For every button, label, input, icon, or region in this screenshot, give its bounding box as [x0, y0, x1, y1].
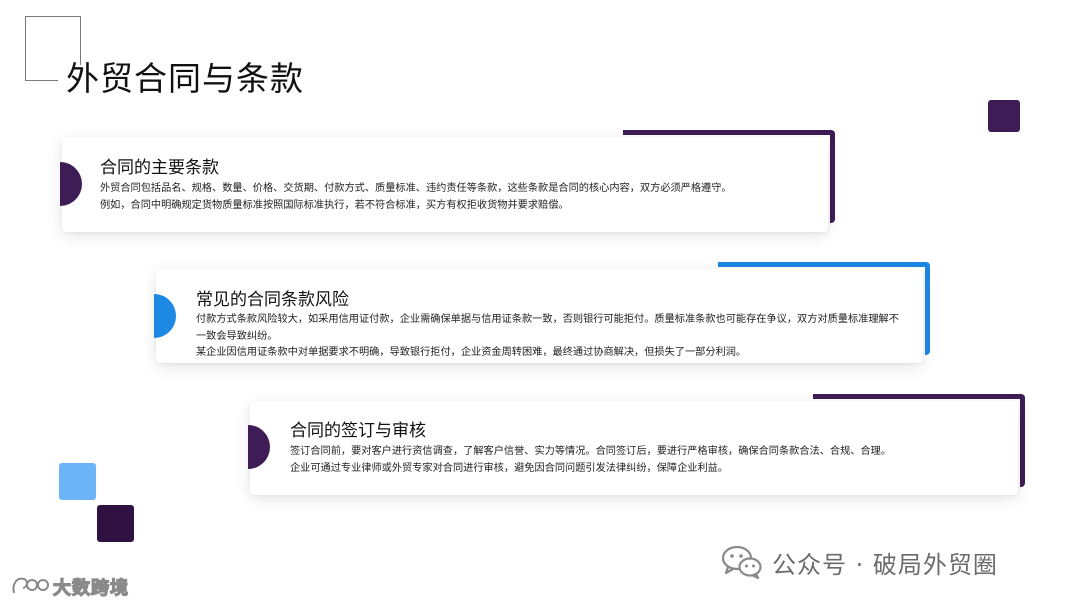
card-title: 常见的合同条款风险 [196, 290, 349, 310]
card-title: 合同的签订与审核 [290, 421, 426, 441]
card-main-terms: 合同的主要条款 外贸合同包括品名、规格、数量、价格、交货期、付款方式、质量标准、… [60, 137, 828, 232]
half-circle-marker [60, 162, 82, 206]
card-text: 签订合同前，要对客户进行资信调查，了解客户信誉、实力等情况。合同签订后，要进行严… [290, 444, 1005, 477]
card-text-line: 付款方式条款风险较大，如采用信用证付款，企业需确保单据与信用证条款一致，否则银行… [196, 314, 899, 342]
decor-square-top [988, 100, 1020, 132]
half-circle-marker [154, 294, 176, 338]
half-circle-marker [248, 425, 270, 469]
card-signing-review: 合同的签订与审核 签订合同前，要对客户进行资信调查，了解客户信誉、实力等情况。合… [248, 401, 1018, 495]
card-text-line: 外贸合同包括品名、规格、数量、价格、交货期、付款方式、质量标准、违约责任等条款，… [100, 183, 732, 194]
card-text-line: 签订合同前，要对客户进行资信调查，了解客户信誉、实力等情况。合同签订后，要进行严… [290, 446, 892, 457]
page-title: 外贸合同与条款 [66, 59, 304, 98]
card-text-line: 某企业因信用证条款中对单据要求不明确，导致银行拒付，企业资金周转困难，最终通过协… [196, 347, 747, 358]
card-risks: 常见的合同条款风险 付款方式条款风险较大，如采用信用证付款，企业需确保单据与信用… [154, 269, 923, 363]
card-text-line: 企业可通过专业律师或外贸专家对合同进行审核，避免因合同问题引发法律纠纷，保障企业… [290, 462, 729, 474]
card-text: 外贸合同包括品名、规格、数量、价格、交货期、付款方式、质量标准、违约责任等条款，… [100, 181, 815, 214]
brand-logo-icon [12, 577, 49, 594]
decor-square-dark [97, 505, 134, 542]
watermark-text: 公众号 · 破局外贸圈 [772, 551, 998, 579]
brand-logo-text: 大数跨境 [52, 577, 129, 599]
card-text-line: 例如，合同中明确规定货物质量标准按照国际标准执行，若不符合标准，买方有权拒收货物… [100, 199, 569, 211]
card-title: 合同的主要条款 [100, 158, 219, 178]
wechat-icon [722, 545, 762, 579]
card-text: 付款方式条款风险较大，如采用信用证付款，企业需确保单据与信用证条款一致，否则银行… [196, 312, 908, 362]
decor-square-light [59, 463, 96, 500]
